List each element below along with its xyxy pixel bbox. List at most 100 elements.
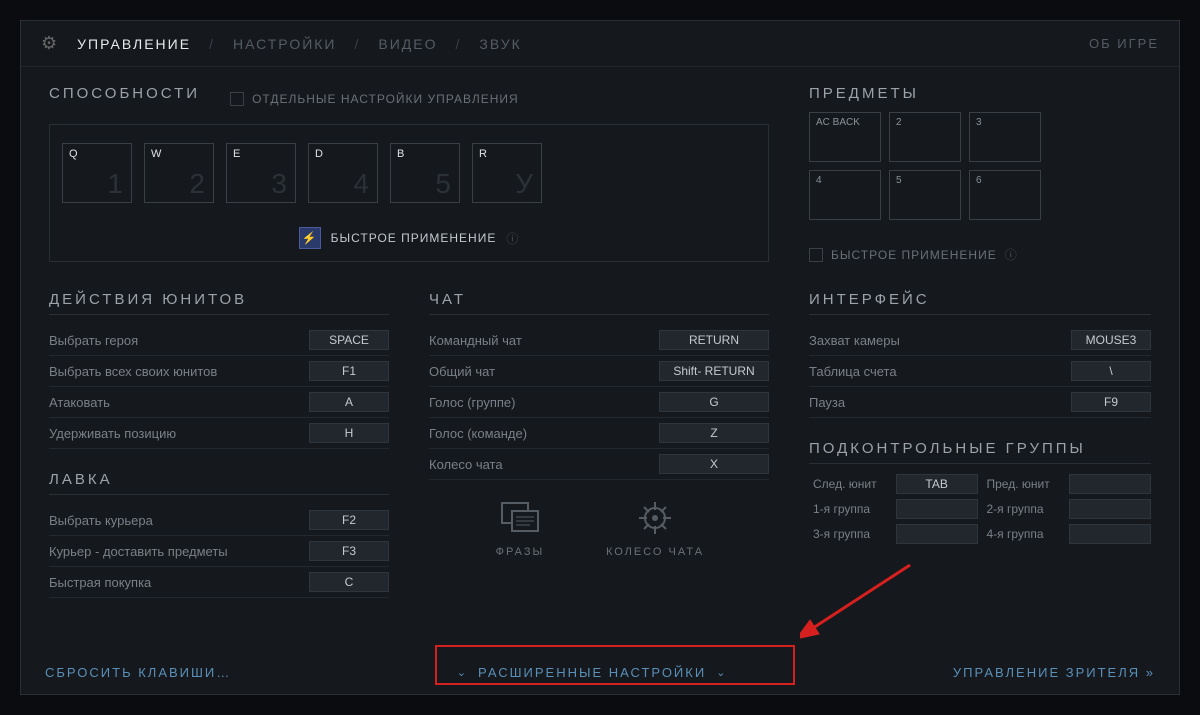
- tab-video[interactable]: ВИДЕО: [378, 36, 437, 52]
- info-icon[interactable]: ⓘ: [506, 230, 519, 247]
- items-quickcast-label: БЫСТРОЕ ПРИМЕНЕНИЕ: [831, 248, 997, 262]
- tab-audio[interactable]: ЗВУК: [479, 36, 521, 52]
- key-label: D: [315, 148, 323, 160]
- binding-key[interactable]: Z: [659, 423, 769, 443]
- binding-row: Голос (команде) Z: [429, 418, 769, 449]
- key-index: У: [515, 168, 533, 200]
- binding-key[interactable]: X: [659, 454, 769, 474]
- key-index: 1: [107, 168, 123, 200]
- binding-row: Командный чат RETURN: [429, 325, 769, 356]
- binding-key[interactable]: G: [659, 392, 769, 412]
- item-key-slot[interactable]: 3: [969, 112, 1041, 162]
- chat-section: ЧАТ Командный чат RETURN Общий чатShift- R…: [429, 291, 769, 598]
- binding-key[interactable]: A: [309, 392, 389, 412]
- binding-key[interactable]: F9: [1071, 392, 1151, 412]
- group-4-label: 4-я группа: [983, 524, 1065, 544]
- group-2-label: 2-я группа: [983, 499, 1065, 519]
- key-index: 2: [189, 168, 205, 200]
- chevron-down-icon: ⌄: [716, 666, 727, 679]
- binding-key[interactable]: Shift- RETURN: [659, 361, 769, 381]
- binding-row: Колесо чата X: [429, 449, 769, 480]
- chat-title: ЧАТ: [429, 291, 769, 315]
- binding-row: Выбрать всех своих юнитовF1: [49, 356, 389, 387]
- binding-row: Курьер - доставить предметы F3: [49, 536, 389, 567]
- binding-row: Выбрать курьера F2: [49, 505, 389, 536]
- next-unit-key[interactable]: TAB: [896, 474, 978, 494]
- item-key-slot[interactable]: AC BACK: [809, 112, 881, 162]
- binding-label: Курьер - доставить предметы: [49, 544, 228, 559]
- prev-unit-key[interactable]: [1069, 474, 1151, 494]
- binding-label: Голос (группе): [429, 395, 515, 410]
- separate-settings-checkbox[interactable]: [230, 92, 244, 106]
- ability-box: Q1W2E3D4B5RУ ⚡ БЫСТРОЕ ПРИМЕНЕНИЕ ⓘ: [49, 124, 769, 262]
- binding-label: Голос (команде): [429, 426, 527, 441]
- ability-key-slot[interactable]: E3: [226, 143, 296, 203]
- group-2-key[interactable]: [1069, 499, 1151, 519]
- tab-settings[interactable]: НАСТРОЙКИ: [233, 36, 337, 52]
- binding-row: Удерживать позициюH: [49, 418, 389, 449]
- binding-row: Выбрать герояSPACE: [49, 325, 389, 356]
- binding-row: Голос (группе) G: [429, 387, 769, 418]
- binding-row: ПаузаF9: [809, 387, 1151, 418]
- binding-label: Атаковать: [49, 395, 110, 410]
- binding-key[interactable]: SPACE: [309, 330, 389, 350]
- spectator-controls-link[interactable]: УПРАВЛЕНИЕ ЗРИТЕЛЯ »: [953, 665, 1155, 680]
- advanced-settings-link[interactable]: ⌄ РАСШИРЕННЫЕ НАСТРОЙКИ ⌄: [457, 665, 728, 680]
- ability-key-slot[interactable]: D4: [308, 143, 378, 203]
- binding-key[interactable]: F2: [309, 510, 389, 530]
- item-key-slot[interactable]: 5: [889, 170, 961, 220]
- interface-section: ИНТЕРФЕЙС Захват камеры MOUSE3 Таблица сче…: [809, 291, 1151, 598]
- binding-label: Колесо чата: [429, 457, 503, 472]
- ability-key-slot[interactable]: RУ: [472, 143, 542, 203]
- key-label: R: [479, 148, 487, 160]
- key-index: 5: [435, 168, 451, 200]
- ability-key-slot[interactable]: W2: [144, 143, 214, 203]
- group-4-key[interactable]: [1069, 524, 1151, 544]
- tab-separator: /: [456, 36, 462, 52]
- binding-row: Таблица счета\: [809, 356, 1151, 387]
- key-label: E: [233, 148, 240, 160]
- item-key-slot[interactable]: 6: [969, 170, 1041, 220]
- binding-key[interactable]: C: [309, 572, 389, 592]
- about-link[interactable]: ОБ ИГРЕ: [1089, 36, 1159, 51]
- binding-label: Захват камеры: [809, 333, 900, 348]
- chat-wheel-label: КОЛЕСО ЧАТА: [606, 546, 704, 558]
- binding-label: Выбрать курьера: [49, 513, 153, 528]
- separate-settings-label: ОТДЕЛЬНЫЕ НАСТРОЙКИ УПРАВЛЕНИЯ: [252, 92, 519, 106]
- binding-row: Быстрая покупка C: [49, 567, 389, 598]
- tab-separator: /: [209, 36, 215, 52]
- chat-wheel-button[interactable]: КОЛЕСО ЧАТА: [606, 498, 704, 558]
- quickcast-label: БЫСТРОЕ ПРИМЕНЕНИЕ: [331, 231, 497, 245]
- ability-key-slot[interactable]: Q1: [62, 143, 132, 203]
- group-1-key[interactable]: [896, 499, 978, 519]
- binding-key[interactable]: \: [1071, 361, 1151, 381]
- ability-key-slot[interactable]: B5: [390, 143, 460, 203]
- key-index: 4: [353, 168, 369, 200]
- interface-title: ИНТЕРФЕЙС: [809, 291, 1151, 315]
- binding-key[interactable]: H: [309, 423, 389, 443]
- quickcast-icon[interactable]: ⚡: [299, 227, 321, 249]
- phrases-label: ФРАЗЫ: [494, 546, 546, 558]
- reset-keys-link[interactable]: СБРОСИТЬ КЛАВИШИ…: [45, 665, 231, 680]
- binding-key[interactable]: F3: [309, 541, 389, 561]
- abilities-title: СПОСОБНОСТИ: [49, 85, 200, 102]
- item-key-slot[interactable]: 2: [889, 112, 961, 162]
- info-icon[interactable]: ⓘ: [1005, 246, 1018, 263]
- top-nav: ⚙ УПРАВЛЕНИЕ / НАСТРОЙКИ / ВИДЕО / ЗВУК …: [21, 21, 1179, 67]
- binding-key[interactable]: F1: [309, 361, 389, 381]
- key-label: W: [151, 148, 161, 160]
- key-label: B: [397, 148, 404, 160]
- gear-icon: ⚙: [41, 33, 59, 54]
- binding-row: Общий чатShift- RETURN: [429, 356, 769, 387]
- unit-actions-title: ДЕЙСТВИЯ ЮНИТОВ: [49, 291, 389, 315]
- phrases-button[interactable]: ФРАЗЫ: [494, 498, 546, 558]
- binding-label: Быстрая покупка: [49, 575, 151, 590]
- binding-key[interactable]: MOUSE3: [1071, 330, 1151, 350]
- tab-controls[interactable]: УПРАВЛЕНИЕ: [77, 36, 191, 52]
- group-3-key[interactable]: [896, 524, 978, 544]
- item-key-slot[interactable]: 4: [809, 170, 881, 220]
- binding-label: Командный чат: [429, 333, 522, 348]
- items-quickcast-checkbox[interactable]: [809, 248, 823, 262]
- abilities-section: СПОСОБНОСТИ ОТДЕЛЬНЫЕ НАСТРОЙКИ УПРАВЛЕН…: [49, 85, 769, 263]
- binding-key[interactable]: RETURN: [659, 330, 769, 350]
